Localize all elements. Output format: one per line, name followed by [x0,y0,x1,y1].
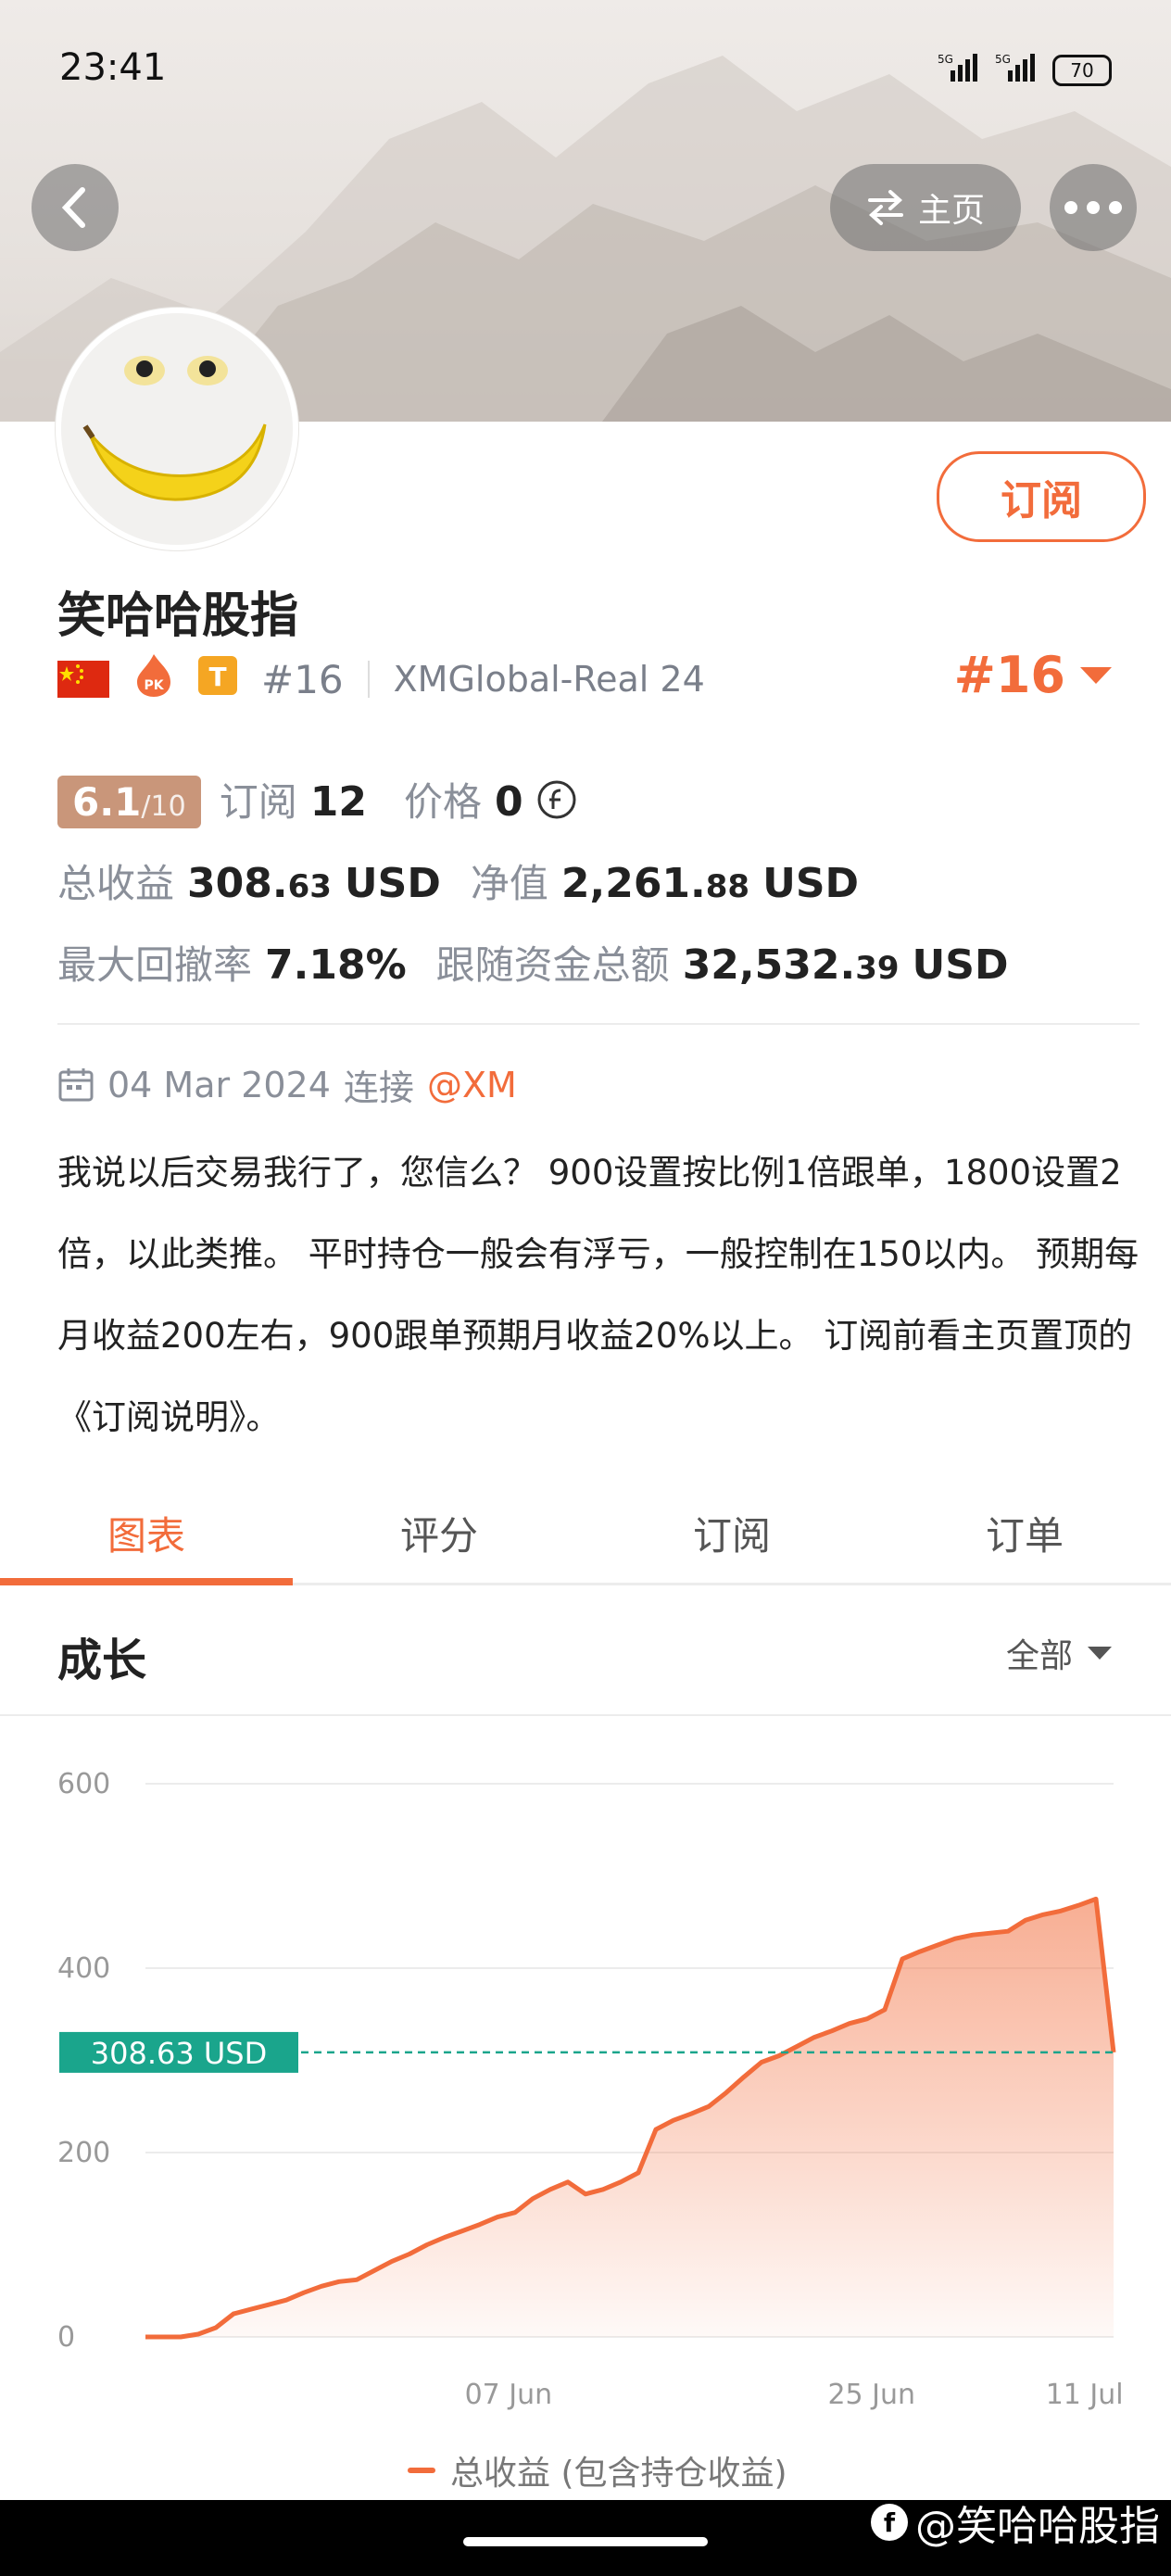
signal-label-2: 5G [995,53,1011,66]
smiley-banana-image [82,356,267,501]
y-tick-label: 0 [57,2321,75,2354]
drawdown-label: 最大回撤率 [57,942,253,988]
trader-name: 笑哈哈股指 [57,588,299,644]
chart-legend: 总收益 (包含持仓收益) [408,2446,787,2494]
tab-subscriptions[interactable]: 订阅 [586,1483,878,1583]
y-tick-label: 400 [57,1952,110,1985]
follow-label: 跟随资金总额 [435,942,670,988]
rank-small: #16 [261,656,344,702]
tab-chart[interactable]: 图表 [0,1483,293,1585]
drawdown-value: 7.18% [265,941,407,989]
battery-icon: 70 [1052,54,1112,86]
equity-label: 净值 [470,861,548,906]
divider [57,1023,1140,1025]
rank-big: #16 [953,646,1065,704]
china-flag-icon [57,661,109,698]
watermark-text: @笑哈哈股指 [915,2503,1160,2550]
avatar[interactable] [56,308,298,550]
x-tick-label: 11 Jul [1046,2379,1124,2411]
score-value: 6.1 [72,779,142,825]
rank-dropdown[interactable]: #16 [954,646,1112,704]
more-button[interactable] [1050,164,1137,251]
pk-badge-label: PK [144,678,164,693]
home-button[interactable]: 主页 [830,164,1021,251]
equity-int: 2,261. [560,860,706,907]
stats-row-3: 最大回撤率 7.18% 跟随资金总额 32,532. 39 USD [57,934,1008,991]
y-tick-label: 600 [57,1768,110,1800]
pk-fire-icon: PK [133,652,174,707]
x-tick-label: 25 Jun [827,2379,915,2411]
caret-down-icon [1080,666,1112,684]
series-area [145,1899,1114,2337]
follow-int: 32,532. [682,941,856,989]
watermark-logo-icon: f [871,2504,908,2541]
home-indicator[interactable] [463,2537,708,2546]
coin-icon [537,780,576,819]
legend-label: 总收益 (包含持仓收益) [450,2455,787,2493]
follow-dec: 39 [855,950,900,987]
price-value: 0 [494,778,523,826]
signal-label: 5G [938,53,953,66]
x-tick-label: 07 Jun [465,2379,553,2411]
tab-bar: 图表 评分 订阅 订单 [0,1483,1171,1585]
calendar-icon [58,1067,94,1101]
range-dropdown[interactable]: 全部 [1006,1629,1112,1677]
stats-row-2: 总收益 308. 63 USD 净值 2,261. 88 USD [57,852,859,909]
total-profit-unit: USD [344,860,441,907]
chevron-left-icon [61,187,85,228]
t-badge-label: T [208,662,226,692]
home-button-label: 主页 [917,192,985,230]
status-time: 23:41 [59,46,167,89]
subs-label: 订阅 [219,779,297,825]
back-button[interactable] [31,164,119,251]
y-tick-label: 200 [57,2137,110,2169]
broker-link[interactable]: @XM [427,1065,517,1105]
subs-value: 12 [309,778,367,826]
caret-down-icon [1088,1647,1112,1660]
tab-rating[interactable]: 评分 [293,1483,586,1583]
growth-chart: 0 200 400 600 308.63 USD 07 Jun 25 Jun 11 Jul [57,1768,1124,2411]
growth-title: 成长 [57,1635,147,1686]
trader-meta: PK T #16 XMGlobal-Real 24 [57,653,705,705]
swap-icon [867,190,903,225]
signal-icon: 5G [938,52,980,88]
follow-unit: USD [912,941,1009,989]
more-icon [1064,201,1122,214]
price-label: 价格 [403,779,482,825]
total-profit-int: 308. [187,860,288,907]
connection-date: 04 Mar 2024 [107,1064,331,1105]
connection-label: 连接 [343,1067,414,1108]
total-profit-label: 总收益 [57,861,175,906]
meta-divider [367,661,370,698]
stats-row-1: 6.1/10 订阅 12 价格 0 [57,771,577,828]
broker-server: XMGlobal-Real 24 [393,659,705,700]
score-denominator: /10 [141,790,186,823]
connection-row: 04 Mar 2024 连接 @XM [57,1059,517,1110]
score-badge: 6.1/10 [57,776,201,828]
tab-orders[interactable]: 订单 [878,1483,1171,1583]
range-label: 全部 [1005,1637,1073,1675]
total-profit-dec: 63 [287,868,332,905]
status-icons: 5G 5G 70 [938,52,1112,88]
equity-dec: 88 [705,868,750,905]
subscribe-button[interactable]: 订阅 [937,451,1146,542]
watermark: f @笑哈哈股指 [871,2493,1160,2552]
current-value-label: 308.63 USD [91,2036,268,2071]
strategy-description: 我说以后交易我行了，您信么？ 900设置按比例1倍跟单，1800设置2倍，以此类… [57,1153,1140,1437]
equity-unit: USD [762,860,860,907]
t-badge-icon: T [198,655,237,703]
signal-icon-2: 5G [995,52,1038,88]
legend-line-icon [408,2468,435,2473]
